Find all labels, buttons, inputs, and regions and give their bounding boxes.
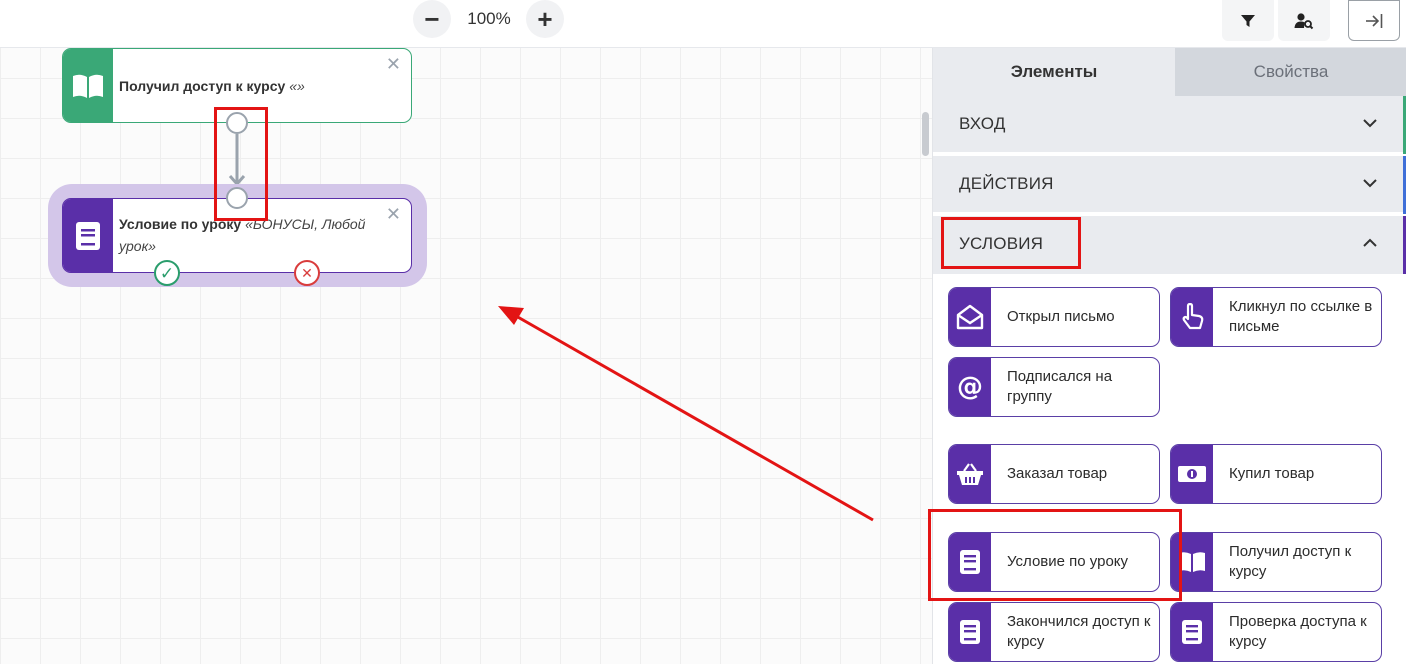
section-entry[interactable]: ВХОД xyxy=(933,96,1406,154)
minus-icon: − xyxy=(424,4,440,34)
element-opened-email[interactable]: Открыл письмо xyxy=(948,287,1160,347)
section-actions[interactable]: ДЕЙСТВИЯ xyxy=(933,156,1406,214)
element-label: Кликнул по ссылке в письме xyxy=(1229,298,1373,335)
collapse-panel-button[interactable] xyxy=(1348,0,1400,41)
section-conditions[interactable]: УСЛОВИЯ xyxy=(933,216,1406,274)
open-book-icon xyxy=(63,49,113,122)
annotation-arrow xyxy=(498,306,874,522)
cross-icon: ✕ xyxy=(301,265,313,281)
section-label: УСЛОВИЯ xyxy=(959,234,1044,253)
no-branch-port[interactable]: ✕ xyxy=(294,260,320,286)
collapse-panel-icon xyxy=(1366,13,1383,28)
at-sign-icon: @ xyxy=(949,358,991,416)
section-label: ВХОД xyxy=(959,114,1006,133)
element-label: Проверка доступа к курсу xyxy=(1229,613,1367,650)
tab-elements[interactable]: Элементы xyxy=(933,48,1175,96)
node-label: Условие по уроку «БОНУСЫ, Любой урок» xyxy=(119,216,366,254)
element-check-course-access[interactable]: Проверка доступа к курсу xyxy=(1170,602,1382,662)
element-label: Получил доступ к курсу xyxy=(1229,543,1352,580)
element-got-course-access[interactable]: Получил доступ к курсу xyxy=(1170,532,1382,592)
section-label: ДЕЙСТВИЯ xyxy=(959,174,1054,193)
check-icon: ✓ xyxy=(159,263,175,283)
chevron-down-icon xyxy=(1363,172,1377,193)
element-label: Заказал товар xyxy=(1007,465,1108,482)
element-label: Открыл письмо xyxy=(1007,308,1115,325)
pointer-hand-icon xyxy=(1171,288,1213,346)
chevron-down-icon xyxy=(1363,112,1377,133)
element-label: Подписался на группу xyxy=(1007,368,1113,405)
element-ordered-product[interactable]: Заказал товар xyxy=(948,444,1160,504)
lesson-book-icon xyxy=(949,603,991,661)
user-search-icon xyxy=(1294,12,1314,29)
element-course-access-ended[interactable]: Закончился доступ к курсу xyxy=(948,602,1160,662)
panel-tabs: Элементы Свойства xyxy=(933,48,1406,96)
output-port[interactable] xyxy=(226,112,248,134)
money-icon xyxy=(1171,445,1213,503)
chevron-up-icon xyxy=(1363,232,1377,253)
top-toolbar: − 100% + xyxy=(0,0,1406,48)
close-icon[interactable]: ✕ xyxy=(386,205,401,223)
lesson-book-icon xyxy=(1171,603,1213,661)
open-envelope-icon xyxy=(949,288,991,346)
tab-properties[interactable]: Свойства xyxy=(1175,48,1406,96)
node-label: Получил доступ к курсу «» xyxy=(119,78,305,94)
element-label: Условие по уроку xyxy=(1007,553,1129,570)
element-lesson-condition[interactable]: Условие по уроку xyxy=(948,532,1160,592)
basket-icon xyxy=(949,445,991,503)
lesson-book-icon xyxy=(63,199,113,272)
input-port[interactable] xyxy=(226,187,248,209)
plus-icon: + xyxy=(537,4,553,34)
close-icon[interactable]: ✕ xyxy=(386,55,401,73)
lesson-book-icon xyxy=(949,533,991,591)
canvas-scrollbar[interactable] xyxy=(922,112,929,156)
zoom-in-button[interactable]: + xyxy=(526,0,564,38)
element-bought-product[interactable]: Купил товар xyxy=(1170,444,1382,504)
user-search-button[interactable] xyxy=(1278,0,1330,41)
filter-button[interactable] xyxy=(1222,0,1274,41)
element-label: Закончился доступ к курсу xyxy=(1007,613,1151,650)
yes-branch-port[interactable]: ✓ xyxy=(154,260,180,286)
filter-icon xyxy=(1241,14,1255,27)
element-clicked-link[interactable]: Кликнул по ссылке в письме xyxy=(1170,287,1382,347)
open-book-icon xyxy=(1171,533,1213,591)
element-label: Купил товар xyxy=(1229,465,1315,482)
element-subscribed-group[interactable]: @ Подписался на группу xyxy=(948,357,1160,417)
flow-node-lesson-condition[interactable]: Условие по уроку «БОНУСЫ, Любой урок» ✕ xyxy=(62,198,412,273)
zoom-out-button[interactable]: − xyxy=(413,0,451,38)
zoom-level: 100% xyxy=(467,9,511,28)
